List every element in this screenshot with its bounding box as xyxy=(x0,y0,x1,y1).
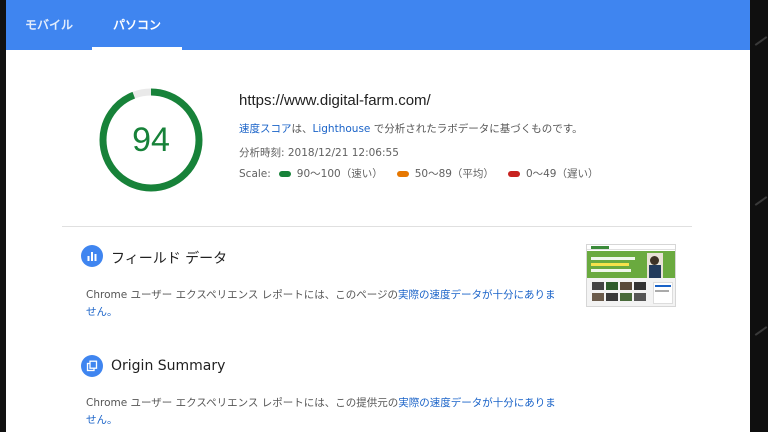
field-data-message: Chrome ユーザー エクスペリエンス レポートには、このページの実際の速度デ… xyxy=(86,287,556,321)
average-pill-icon xyxy=(396,170,409,177)
score-scale-legend: Scale: 90～100（速い） 50～89（平均） 0～49（遅い） xyxy=(239,166,612,181)
description-text: で分析されたラボデータに基づくものです。 xyxy=(370,123,583,135)
origin-summary-title: Origin Summary xyxy=(111,358,226,374)
speed-score-link[interactable]: 速度スコア xyxy=(239,123,292,135)
lighthouse-link[interactable]: Lighthouse xyxy=(313,123,371,135)
section-divider xyxy=(62,226,692,227)
active-tab-indicator xyxy=(92,47,182,50)
scale-item-average: 50～89（平均） xyxy=(396,166,494,181)
field-data-text: Chrome ユーザー エクスペリエンス レポートには、このページの xyxy=(86,289,399,301)
scale-item-fast: 90～100（速い） xyxy=(278,166,383,181)
scale-item-label: 0～49（遅い） xyxy=(525,168,599,180)
scale-item-slow: 0～49（遅い） xyxy=(507,166,599,181)
analyzed-url: https://www.digital-farm.com/ xyxy=(239,92,431,109)
slow-pill-icon xyxy=(507,170,520,177)
origin-summary-message: Chrome ユーザー エクスペリエンス レポートには、この提供元の実際の速度デ… xyxy=(86,395,556,429)
background-edge-right xyxy=(750,0,768,432)
tab-mobile[interactable]: モバイル xyxy=(6,0,92,50)
page-screenshot-thumbnail xyxy=(586,244,676,307)
bar-chart-icon xyxy=(81,245,103,267)
performance-score: 94 xyxy=(132,121,170,159)
origin-summary-text: Chrome ユーザー エクスペリエンス レポートには、この提供元の xyxy=(86,397,399,409)
analysis-timestamp: 分析時刻: 2018/12/21 12:06:55 xyxy=(239,147,399,159)
device-tab-bar: モバイル パソコン xyxy=(6,0,750,50)
field-data-title: フィールド データ xyxy=(111,251,228,267)
report-page: モバイル パソコン 94 https://www.digital-farm.co… xyxy=(6,0,750,432)
scale-label: Scale: xyxy=(239,167,271,180)
tab-desktop[interactable]: パソコン xyxy=(92,0,182,50)
scale-item-label: 50～89（平均） xyxy=(414,168,494,180)
score-description: 速度スコアは、Lighthouse で分析されたラボデータに基づくものです。 xyxy=(239,121,583,136)
copy-pages-icon xyxy=(81,355,103,377)
scale-item-label: 90～100（速い） xyxy=(296,168,383,180)
fast-pill-icon xyxy=(278,170,291,177)
description-text: は、 xyxy=(291,123,313,135)
